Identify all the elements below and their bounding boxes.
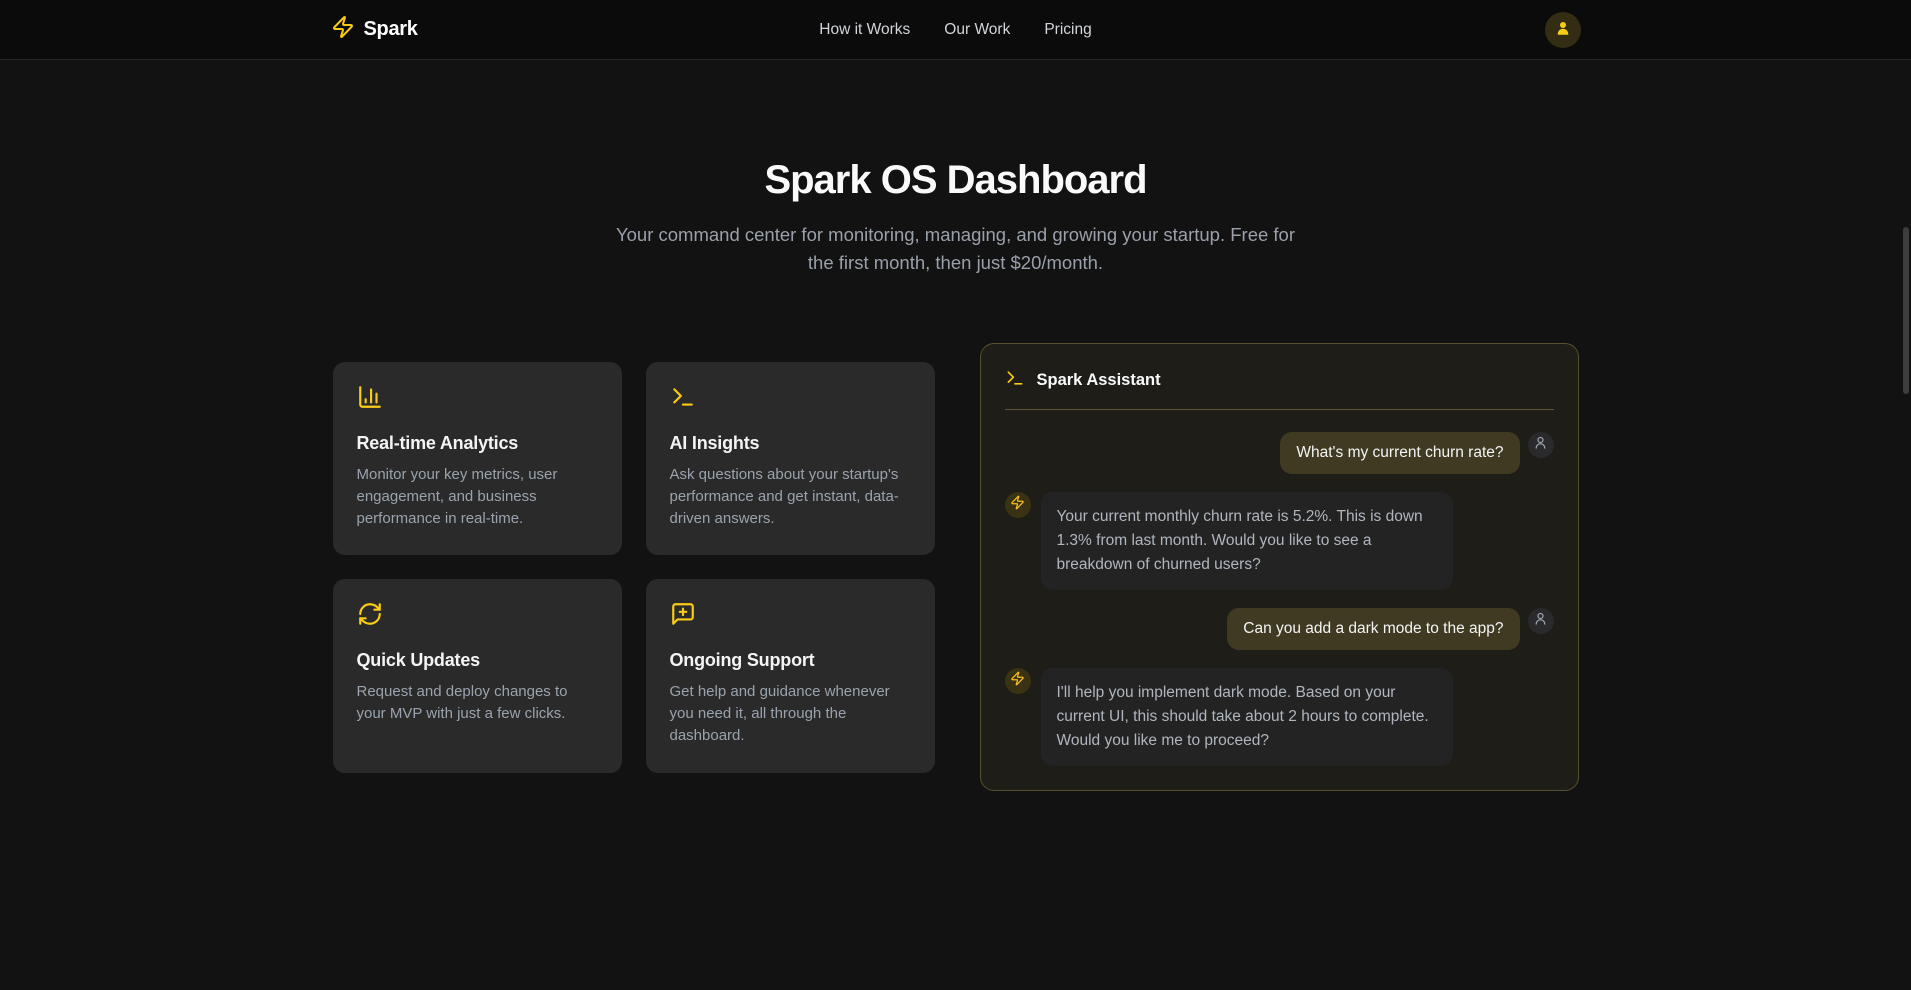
feature-card-realtime-analytics: Real-time Analytics Monitor your key met… [333, 362, 622, 555]
feature-title: Ongoing Support [670, 650, 911, 671]
chat-title: Spark Assistant [1037, 371, 1161, 390]
zap-icon [331, 15, 355, 44]
chat-message-assistant: I'll help you implement dark mode. Based… [1005, 668, 1554, 766]
features-grid: Real-time Analytics Monitor your key met… [333, 362, 935, 773]
feature-description: Ask questions about your startup's perfo… [670, 464, 911, 529]
terminal-icon [670, 397, 696, 414]
feature-title: Real-time Analytics [357, 433, 598, 454]
chat-message-user: Can you add a dark mode to the app? [1005, 608, 1554, 650]
main-section: Real-time Analytics Monitor your key met… [0, 343, 1911, 791]
chat-header: Spark Assistant [1005, 368, 1554, 393]
message-square-plus-icon [670, 614, 696, 631]
nav-link-how-it-works[interactable]: How it Works [819, 21, 910, 39]
assistant-avatar [1005, 668, 1031, 694]
chat-header-divider [1005, 409, 1554, 410]
scrollbar[interactable] [1901, 0, 1911, 990]
page-title: Spark OS Dashboard [0, 158, 1911, 203]
chat-message-user: What's my current churn rate? [1005, 432, 1554, 474]
main-nav: How it Works Our Work Pricing [819, 21, 1091, 39]
assistant-message-bubble: I'll help you implement dark mode. Based… [1041, 668, 1453, 766]
assistant-avatar [1005, 492, 1031, 518]
account-avatar-button[interactable] [1545, 12, 1581, 48]
user-icon [1533, 611, 1548, 631]
user-icon [1554, 19, 1572, 40]
chart-column-icon [357, 397, 383, 414]
feature-card-ongoing-support: Ongoing Support Get help and guidance wh… [646, 579, 935, 772]
feature-card-ai-insights: AI Insights Ask questions about your sta… [646, 362, 935, 555]
refresh-cw-icon [357, 614, 383, 631]
page-subtitle: Your command center for monitoring, mana… [606, 221, 1306, 277]
brand-logo[interactable]: Spark [331, 15, 418, 44]
nav-link-our-work[interactable]: Our Work [944, 21, 1010, 39]
feature-title: AI Insights [670, 433, 911, 454]
zap-icon [1010, 671, 1025, 691]
assistant-message-bubble: Your current monthly churn rate is 5.2%.… [1041, 492, 1453, 590]
chat-message-assistant: Your current monthly churn rate is 5.2%.… [1005, 492, 1554, 590]
scrollbar-thumb[interactable] [1903, 227, 1909, 394]
hero-section: Spark OS Dashboard Your command center f… [0, 60, 1911, 277]
spark-assistant-panel: Spark Assistant What's my current churn … [980, 343, 1579, 791]
feature-title: Quick Updates [357, 650, 598, 671]
user-icon [1533, 435, 1548, 455]
brand-name: Spark [364, 18, 418, 41]
navbar: Spark How it Works Our Work Pricing [0, 0, 1911, 60]
chat-message-list: What's my current churn rate? [1005, 432, 1554, 766]
feature-description: Get help and guidance whenever you need … [670, 681, 911, 746]
user-avatar [1528, 432, 1554, 458]
navbar-inner: Spark How it Works Our Work Pricing [331, 0, 1581, 59]
feature-card-quick-updates: Quick Updates Request and deploy changes… [333, 579, 622, 772]
feature-description: Request and deploy changes to your MVP w… [357, 681, 598, 725]
user-message-bubble: What's my current churn rate? [1280, 432, 1519, 474]
user-avatar [1528, 608, 1554, 634]
terminal-icon [1005, 368, 1025, 393]
feature-description: Monitor your key metrics, user engagemen… [357, 464, 598, 529]
nav-link-pricing[interactable]: Pricing [1044, 21, 1091, 39]
zap-icon [1010, 495, 1025, 515]
user-message-bubble: Can you add a dark mode to the app? [1227, 608, 1519, 650]
